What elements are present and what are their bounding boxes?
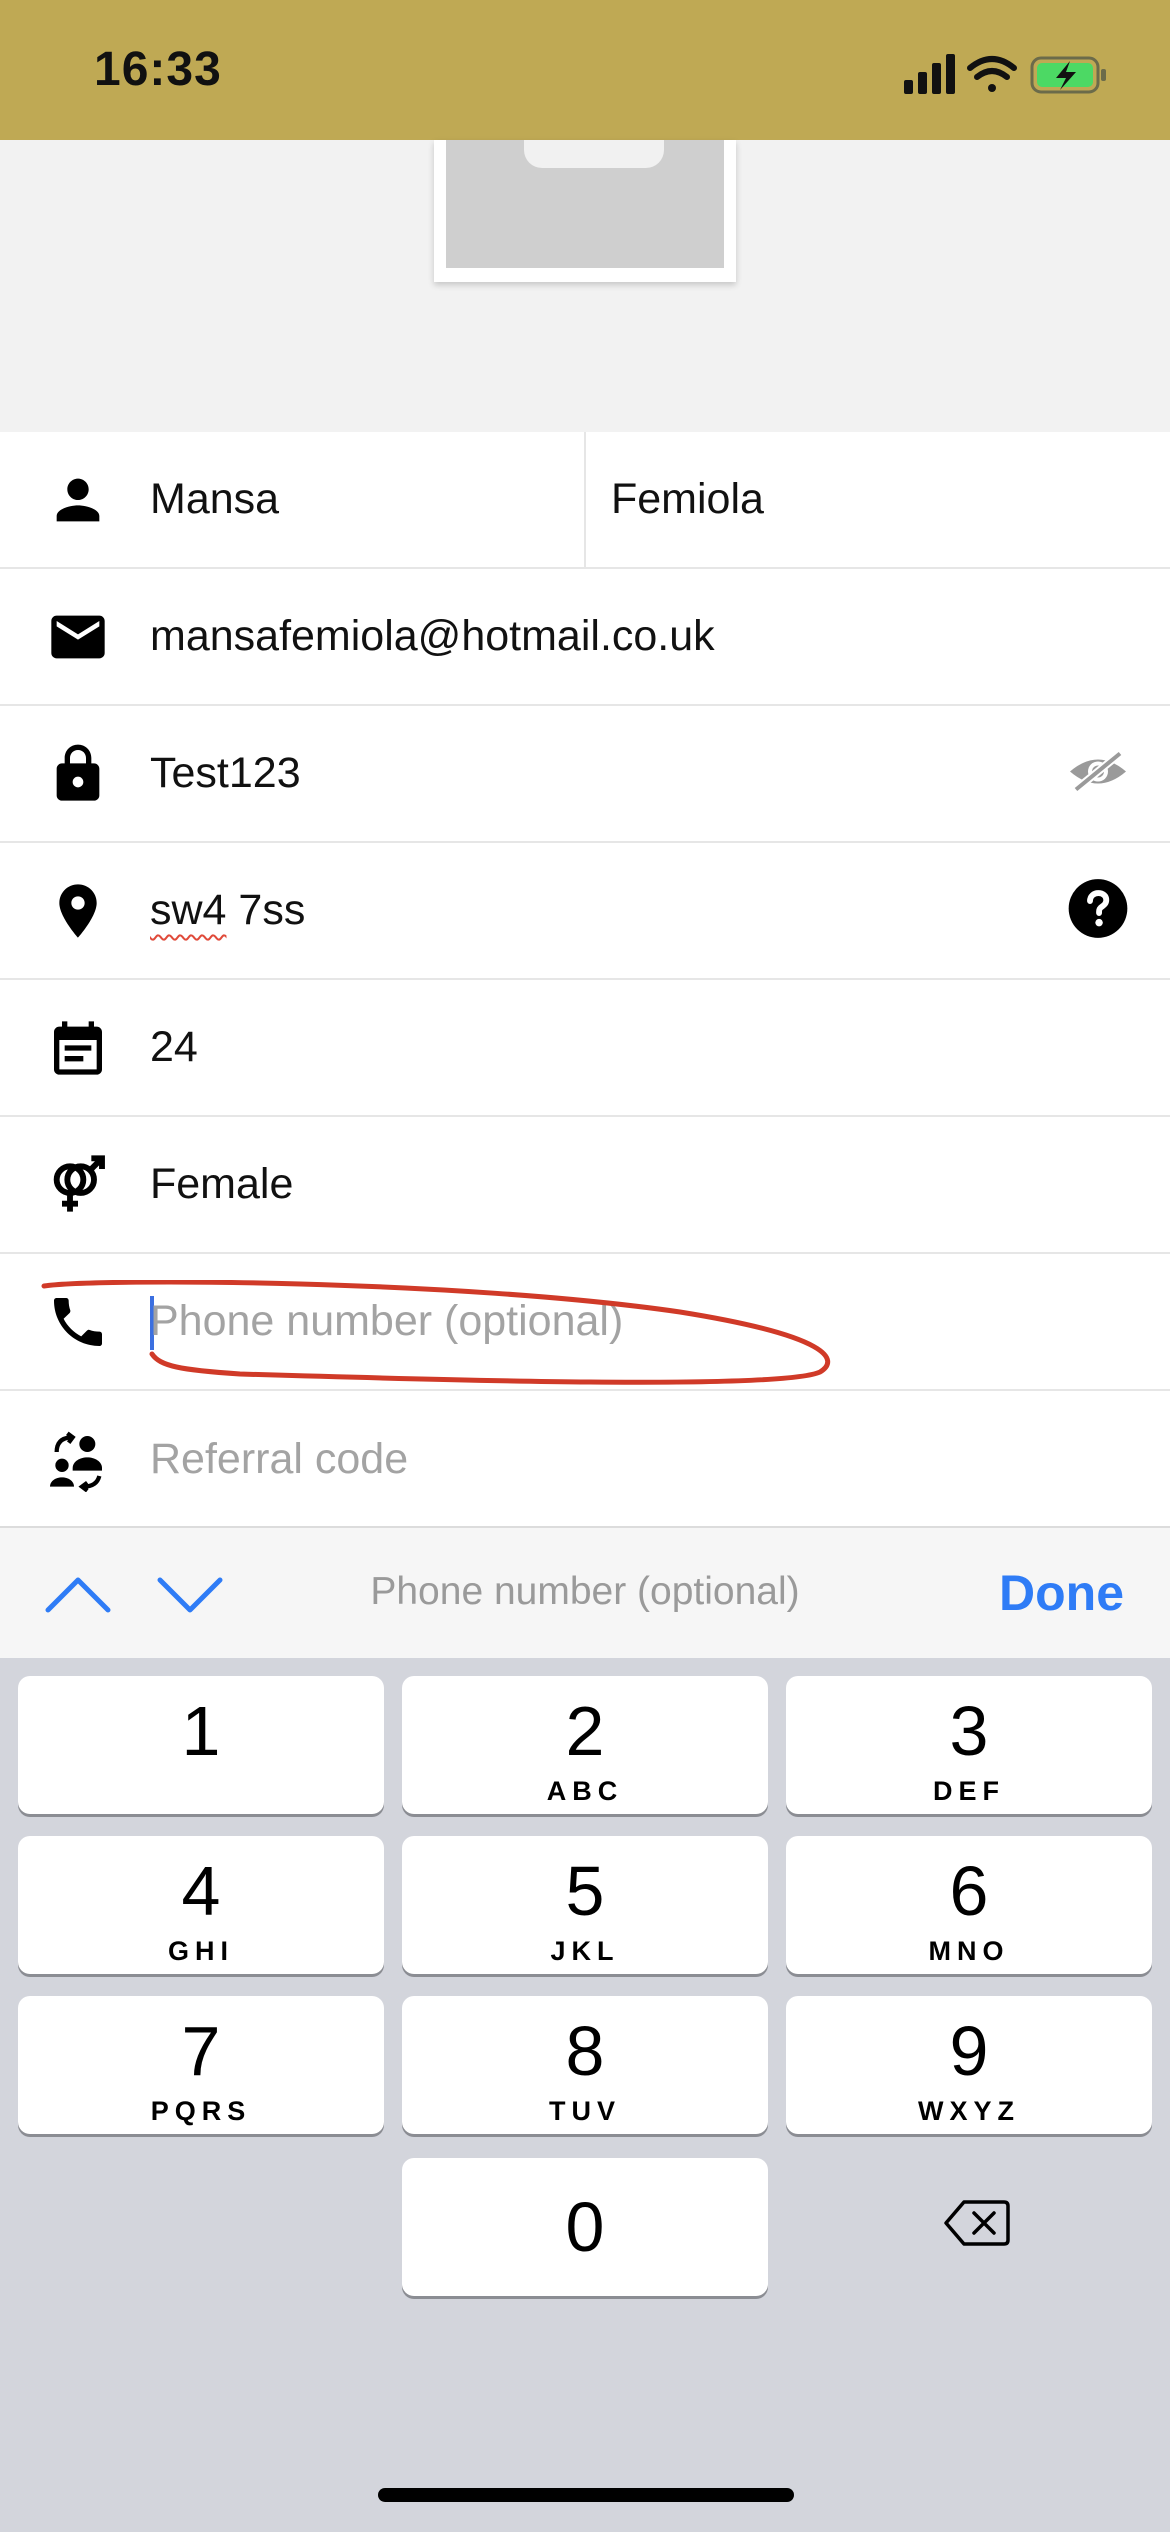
profile-photo-area: [0, 140, 1170, 432]
divider: [584, 432, 586, 567]
key-0[interactable]: 0: [402, 2158, 768, 2296]
key-3[interactable]: 3 DEF: [786, 1676, 1152, 1814]
key-9[interactable]: 9 WXYZ: [786, 1996, 1152, 2134]
registration-form: Mansa Femiola mansafemiola@hotmail.co.uk…: [0, 432, 1170, 1528]
key-4[interactable]: 4 GHI: [18, 1836, 384, 1974]
wifi-icon: [967, 56, 1017, 92]
gender-row: Female: [0, 1117, 1170, 1254]
key-letters: MNO: [928, 1936, 1010, 1966]
referral-icon: [44, 1426, 112, 1494]
key-letters: TUV: [549, 2096, 621, 2126]
status-bar: 16:33: [0, 0, 1170, 140]
key-digit: 4: [181, 1852, 221, 1930]
active-field-label: Phone number (optional): [370, 1570, 800, 1613]
key-digit: 9: [949, 2012, 989, 2090]
email-field[interactable]: mansafemiola@hotmail.co.uk: [150, 612, 715, 661]
key-letters: ABC: [546, 1776, 624, 1806]
key-1[interactable]: 1: [18, 1676, 384, 1814]
home-indicator[interactable]: [378, 2488, 794, 2502]
key-digit: 2: [565, 1692, 605, 1770]
battery-icon: [1030, 56, 1106, 94]
done-button[interactable]: Done: [999, 1564, 1124, 1622]
help-icon[interactable]: [1066, 876, 1130, 945]
referral-code-field[interactable]: Referral code: [150, 1435, 408, 1484]
key-digit: 0: [565, 2188, 605, 2266]
profile-photo[interactable]: [434, 140, 736, 282]
key-letters: JKL: [550, 1936, 620, 1966]
spellcheck-word: sw4: [150, 886, 227, 934]
lock-icon: [44, 740, 112, 808]
status-icons: [904, 54, 1106, 94]
calendar-icon: [44, 1014, 112, 1082]
email-row: mansafemiola@hotmail.co.uk: [0, 569, 1170, 706]
keyboard-accessory-bar: Phone number (optional) Done: [0, 1526, 1170, 1658]
key-letters: GHI: [167, 1936, 234, 1966]
key-2[interactable]: 2 ABC: [402, 1676, 768, 1814]
signal-icon: [904, 54, 955, 94]
mail-icon: [44, 603, 112, 671]
password-row: Test123: [0, 706, 1170, 843]
key-digit: 5: [565, 1852, 605, 1930]
key-letters: WXYZ: [918, 2096, 1020, 2126]
eye-off-icon[interactable]: [1066, 746, 1130, 801]
key-digit: 7: [181, 2012, 221, 2090]
key-6[interactable]: 6 MNO: [786, 1836, 1152, 1974]
key-digit: 8: [565, 2012, 605, 2090]
backspace-icon[interactable]: [942, 2198, 1012, 2248]
chevron-up-icon[interactable]: [38, 1560, 118, 1630]
phone-icon: [44, 1288, 112, 1356]
gender-field[interactable]: Female: [150, 1160, 293, 1209]
key-8[interactable]: 8 TUV: [402, 1996, 768, 2134]
camera-icon: [524, 140, 664, 168]
postcode-field[interactable]: sw4 7ss: [150, 886, 305, 935]
location-pin-icon: [44, 877, 112, 945]
name-row: Mansa Femiola: [0, 432, 1170, 569]
chevron-down-icon[interactable]: [150, 1560, 230, 1630]
postcode-row: sw4 7ss: [0, 843, 1170, 980]
age-row: 24: [0, 980, 1170, 1117]
key-digit: 3: [949, 1692, 989, 1770]
key-letters: DEF: [933, 1776, 1005, 1806]
phone-row: Phone number (optional): [0, 1254, 1170, 1391]
age-field[interactable]: 24: [150, 1023, 198, 1072]
key-5[interactable]: 5 JKL: [402, 1836, 768, 1974]
postcode-rest: 7ss: [226, 886, 306, 934]
phone-field[interactable]: Phone number (optional): [150, 1297, 623, 1346]
key-digit: 1: [181, 1692, 221, 1770]
person-icon: [44, 466, 112, 534]
key-digit: 6: [949, 1852, 989, 1930]
key-letters: PQRS: [150, 2096, 252, 2126]
numeric-keypad: 1 2 ABC 3 DEF 4 GHI 5 JKL 6 MNO 7 PQRS 8…: [0, 1658, 1170, 2532]
gender-icon: [44, 1151, 112, 1219]
last-name-field[interactable]: Femiola: [611, 475, 764, 524]
referral-row: Referral code: [0, 1391, 1170, 1528]
status-time: 16:33: [94, 43, 222, 96]
key-7[interactable]: 7 PQRS: [18, 1996, 384, 2134]
first-name-field[interactable]: Mansa: [150, 475, 279, 524]
password-field[interactable]: Test123: [150, 749, 301, 798]
